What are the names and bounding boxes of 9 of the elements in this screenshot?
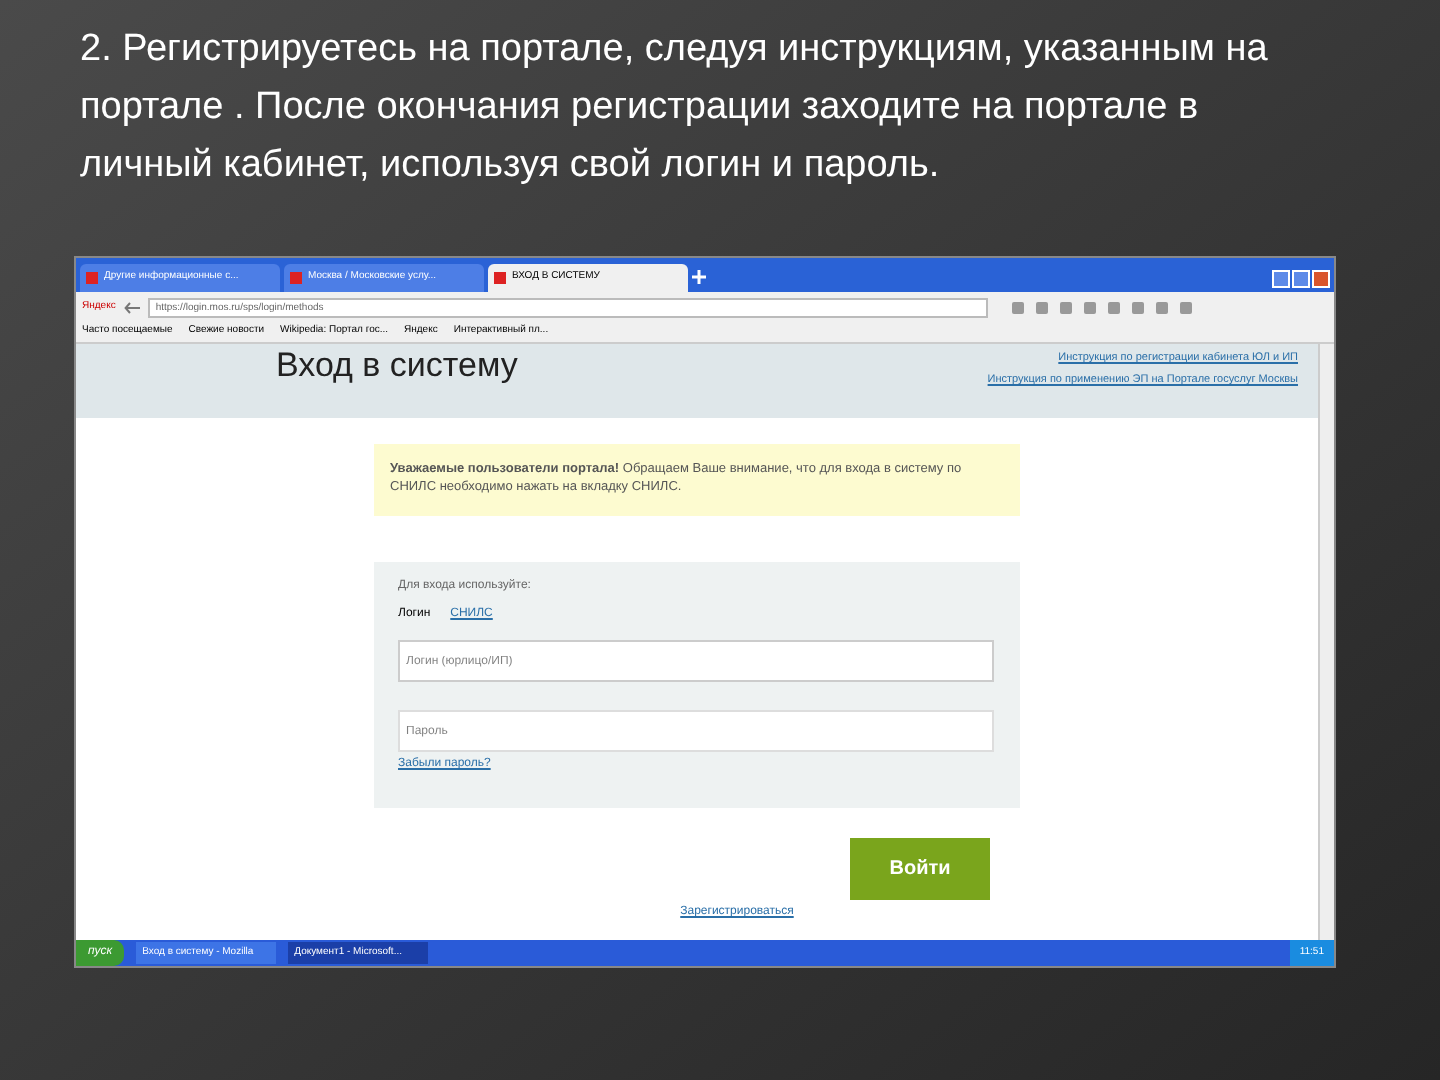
page-title: Вход в систему — [276, 344, 518, 388]
slide-heading: 2. Регистрируетесь на портале, следуя инструкциям, указанным на портале . После окончания регистрации заходите на портале в личный кабинет, используя свой логин и пароль. — [78, 26, 1270, 190]
back-icon[interactable] — [123, 301, 140, 313]
page-icon — [494, 272, 506, 284]
page-icon — [290, 272, 302, 284]
window-controls-drawing — [1272, 270, 1330, 288]
page-icon — [86, 272, 98, 284]
plus-icon[interactable] — [692, 270, 706, 284]
login-button[interactable]: Войти — [850, 838, 990, 900]
